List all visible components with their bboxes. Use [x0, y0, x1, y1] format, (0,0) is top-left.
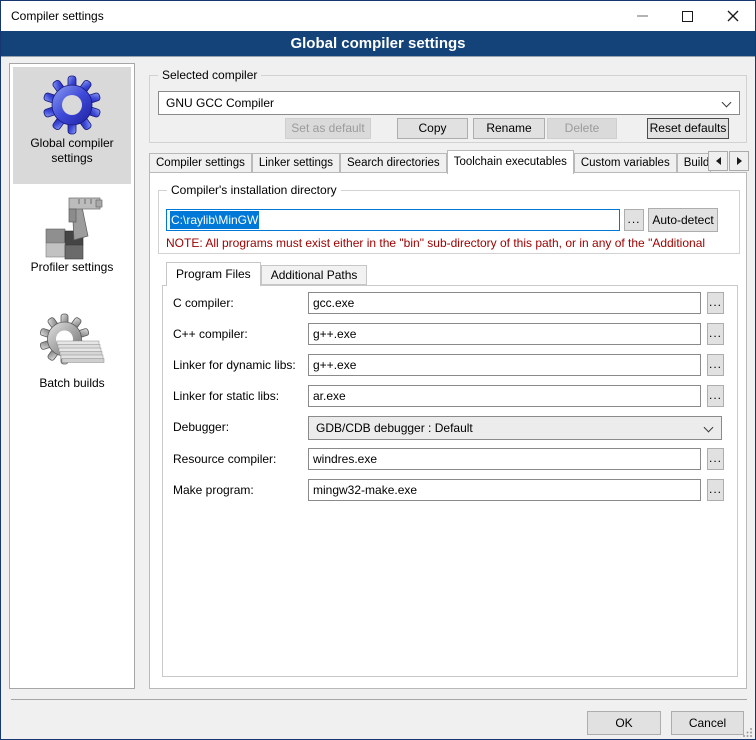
window-title: Compiler settings: [11, 9, 104, 23]
maximize-button[interactable]: [665, 1, 710, 31]
installation-directory-input[interactable]: C:\raylib\MinGW: [166, 209, 620, 231]
footer-divider: [11, 699, 747, 700]
installation-note: NOTE: All programs must exist either in …: [166, 236, 744, 250]
dynamic-linker-browse-button[interactable]: ...: [707, 354, 724, 376]
ok-button[interactable]: OK: [587, 711, 661, 735]
copy-button[interactable]: Copy: [397, 118, 468, 139]
toolchain-executables-page: Compiler's installation directory C:\ray…: [149, 172, 747, 689]
maximize-icon: [682, 11, 693, 22]
settings-category-sidebar: Global compiler settings Profiler settin…: [9, 63, 135, 689]
tab-build-options[interactable]: Build options: [677, 153, 711, 173]
installation-directory-group-label: Compiler's installation directory: [167, 183, 341, 197]
form-row-static-linker: Linker for static libs: ...: [163, 385, 737, 409]
chevron-down-icon: [704, 423, 714, 433]
resource-compiler-browse-button[interactable]: ...: [707, 448, 724, 470]
dynamic-linker-label: Linker for dynamic libs:: [173, 358, 296, 372]
sidebar-item-global-compiler-settings[interactable]: Global compiler settings: [13, 67, 131, 184]
debugger-label: Debugger:: [173, 420, 229, 434]
settings-tab-bar: Compiler settings Linker settings Search…: [149, 149, 711, 173]
debugger-select-value: GDB/CDB debugger : Default: [316, 421, 473, 435]
caliper-icon: [41, 194, 103, 260]
tab-compiler-settings[interactable]: Compiler settings: [149, 153, 252, 173]
resource-compiler-label: Resource compiler:: [173, 452, 276, 466]
selected-compiler-group-label: Selected compiler: [158, 68, 261, 82]
resource-compiler-input[interactable]: [308, 448, 701, 470]
selected-compiler-group: Selected compiler GNU GCC Compiler Set a…: [149, 75, 747, 143]
compiler-select[interactable]: GNU GCC Compiler: [158, 91, 740, 115]
cpp-compiler-browse-button[interactable]: ...: [707, 323, 724, 345]
page-title: Global compiler settings: [1, 31, 755, 57]
tab-search-directories[interactable]: Search directories: [340, 153, 447, 173]
cpp-compiler-input[interactable]: [308, 323, 701, 345]
tab-toolchain-executables[interactable]: Toolchain executables: [447, 150, 574, 174]
chevron-down-icon: [722, 98, 732, 108]
form-row-cpp-compiler: C++ compiler: ...: [163, 323, 737, 347]
tab-scroll-right-icon: [737, 157, 742, 165]
make-program-input[interactable]: [308, 479, 701, 501]
minimize-button[interactable]: [620, 1, 665, 31]
close-icon: [727, 10, 739, 22]
form-row-dynamic-linker: Linker for dynamic libs: ...: [163, 354, 737, 378]
reset-defaults-button[interactable]: Reset defaults: [647, 118, 729, 139]
sidebar-item-label: Global compiler settings: [13, 136, 131, 166]
title-bar[interactable]: Compiler settings: [1, 1, 755, 31]
auto-detect-button[interactable]: Auto-detect: [648, 208, 718, 232]
sidebar-item-label: Batch builds: [39, 376, 104, 391]
c-compiler-label: C compiler:: [173, 296, 234, 310]
make-program-label: Make program:: [173, 483, 254, 497]
form-row-resource-compiler: Resource compiler: ...: [163, 448, 737, 472]
c-compiler-browse-button[interactable]: ...: [707, 292, 724, 314]
tab-scroll-left-icon: [716, 157, 721, 165]
window-controls: [620, 1, 755, 31]
minimize-icon: [637, 15, 648, 17]
tab-scroll-buttons: [707, 151, 749, 171]
subtab-program-files[interactable]: Program Files: [166, 262, 261, 286]
tab-linker-settings[interactable]: Linker settings: [252, 153, 340, 173]
static-linker-browse-button[interactable]: ...: [707, 385, 724, 407]
close-button[interactable]: [710, 1, 755, 31]
blue-gear-icon: [43, 74, 101, 136]
dynamic-linker-input[interactable]: [308, 354, 701, 376]
form-row-c-compiler: C compiler: ...: [163, 292, 737, 316]
installation-directory-browse-button[interactable]: ...: [624, 209, 644, 231]
rename-button[interactable]: Rename: [473, 118, 545, 139]
c-compiler-input[interactable]: [308, 292, 701, 314]
delete-button[interactable]: Delete: [547, 118, 617, 139]
form-row-debugger: Debugger: GDB/CDB debugger : Default: [163, 416, 737, 440]
debugger-select[interactable]: GDB/CDB debugger : Default: [308, 416, 722, 440]
cpp-compiler-label: C++ compiler:: [173, 327, 248, 341]
program-files-panel: C compiler: ... C++ compiler: ... Linker…: [162, 285, 738, 677]
static-linker-input[interactable]: [308, 385, 701, 407]
make-program-browse-button[interactable]: ...: [707, 479, 724, 501]
tab-scroll-left-button[interactable]: [708, 151, 728, 171]
sidebar-item-label: Profiler settings: [31, 260, 114, 275]
set-as-default-button[interactable]: Set as default: [285, 118, 371, 139]
toolchain-subtab-bar: Program Files Additional Paths: [166, 261, 367, 285]
tab-custom-variables[interactable]: Custom variables: [574, 153, 677, 173]
sidebar-item-profiler-settings[interactable]: Profiler settings: [13, 192, 131, 298]
resize-grip[interactable]: [743, 727, 753, 737]
subtab-additional-paths[interactable]: Additional Paths: [261, 265, 368, 285]
static-linker-label: Linker for static libs:: [173, 389, 279, 403]
compiler-select-value: GNU GCC Compiler: [166, 96, 274, 110]
compiler-settings-dialog: Compiler settings Global compiler settin…: [0, 0, 756, 740]
form-row-make-program: Make program: ...: [163, 479, 737, 503]
installation-directory-selected-text: C:\raylib\MinGW: [170, 211, 259, 229]
gear-stack-icon: [39, 312, 105, 376]
tab-scroll-right-button[interactable]: [729, 151, 749, 171]
sidebar-item-batch-builds[interactable]: Batch builds: [13, 310, 131, 428]
cancel-button[interactable]: Cancel: [671, 711, 744, 735]
